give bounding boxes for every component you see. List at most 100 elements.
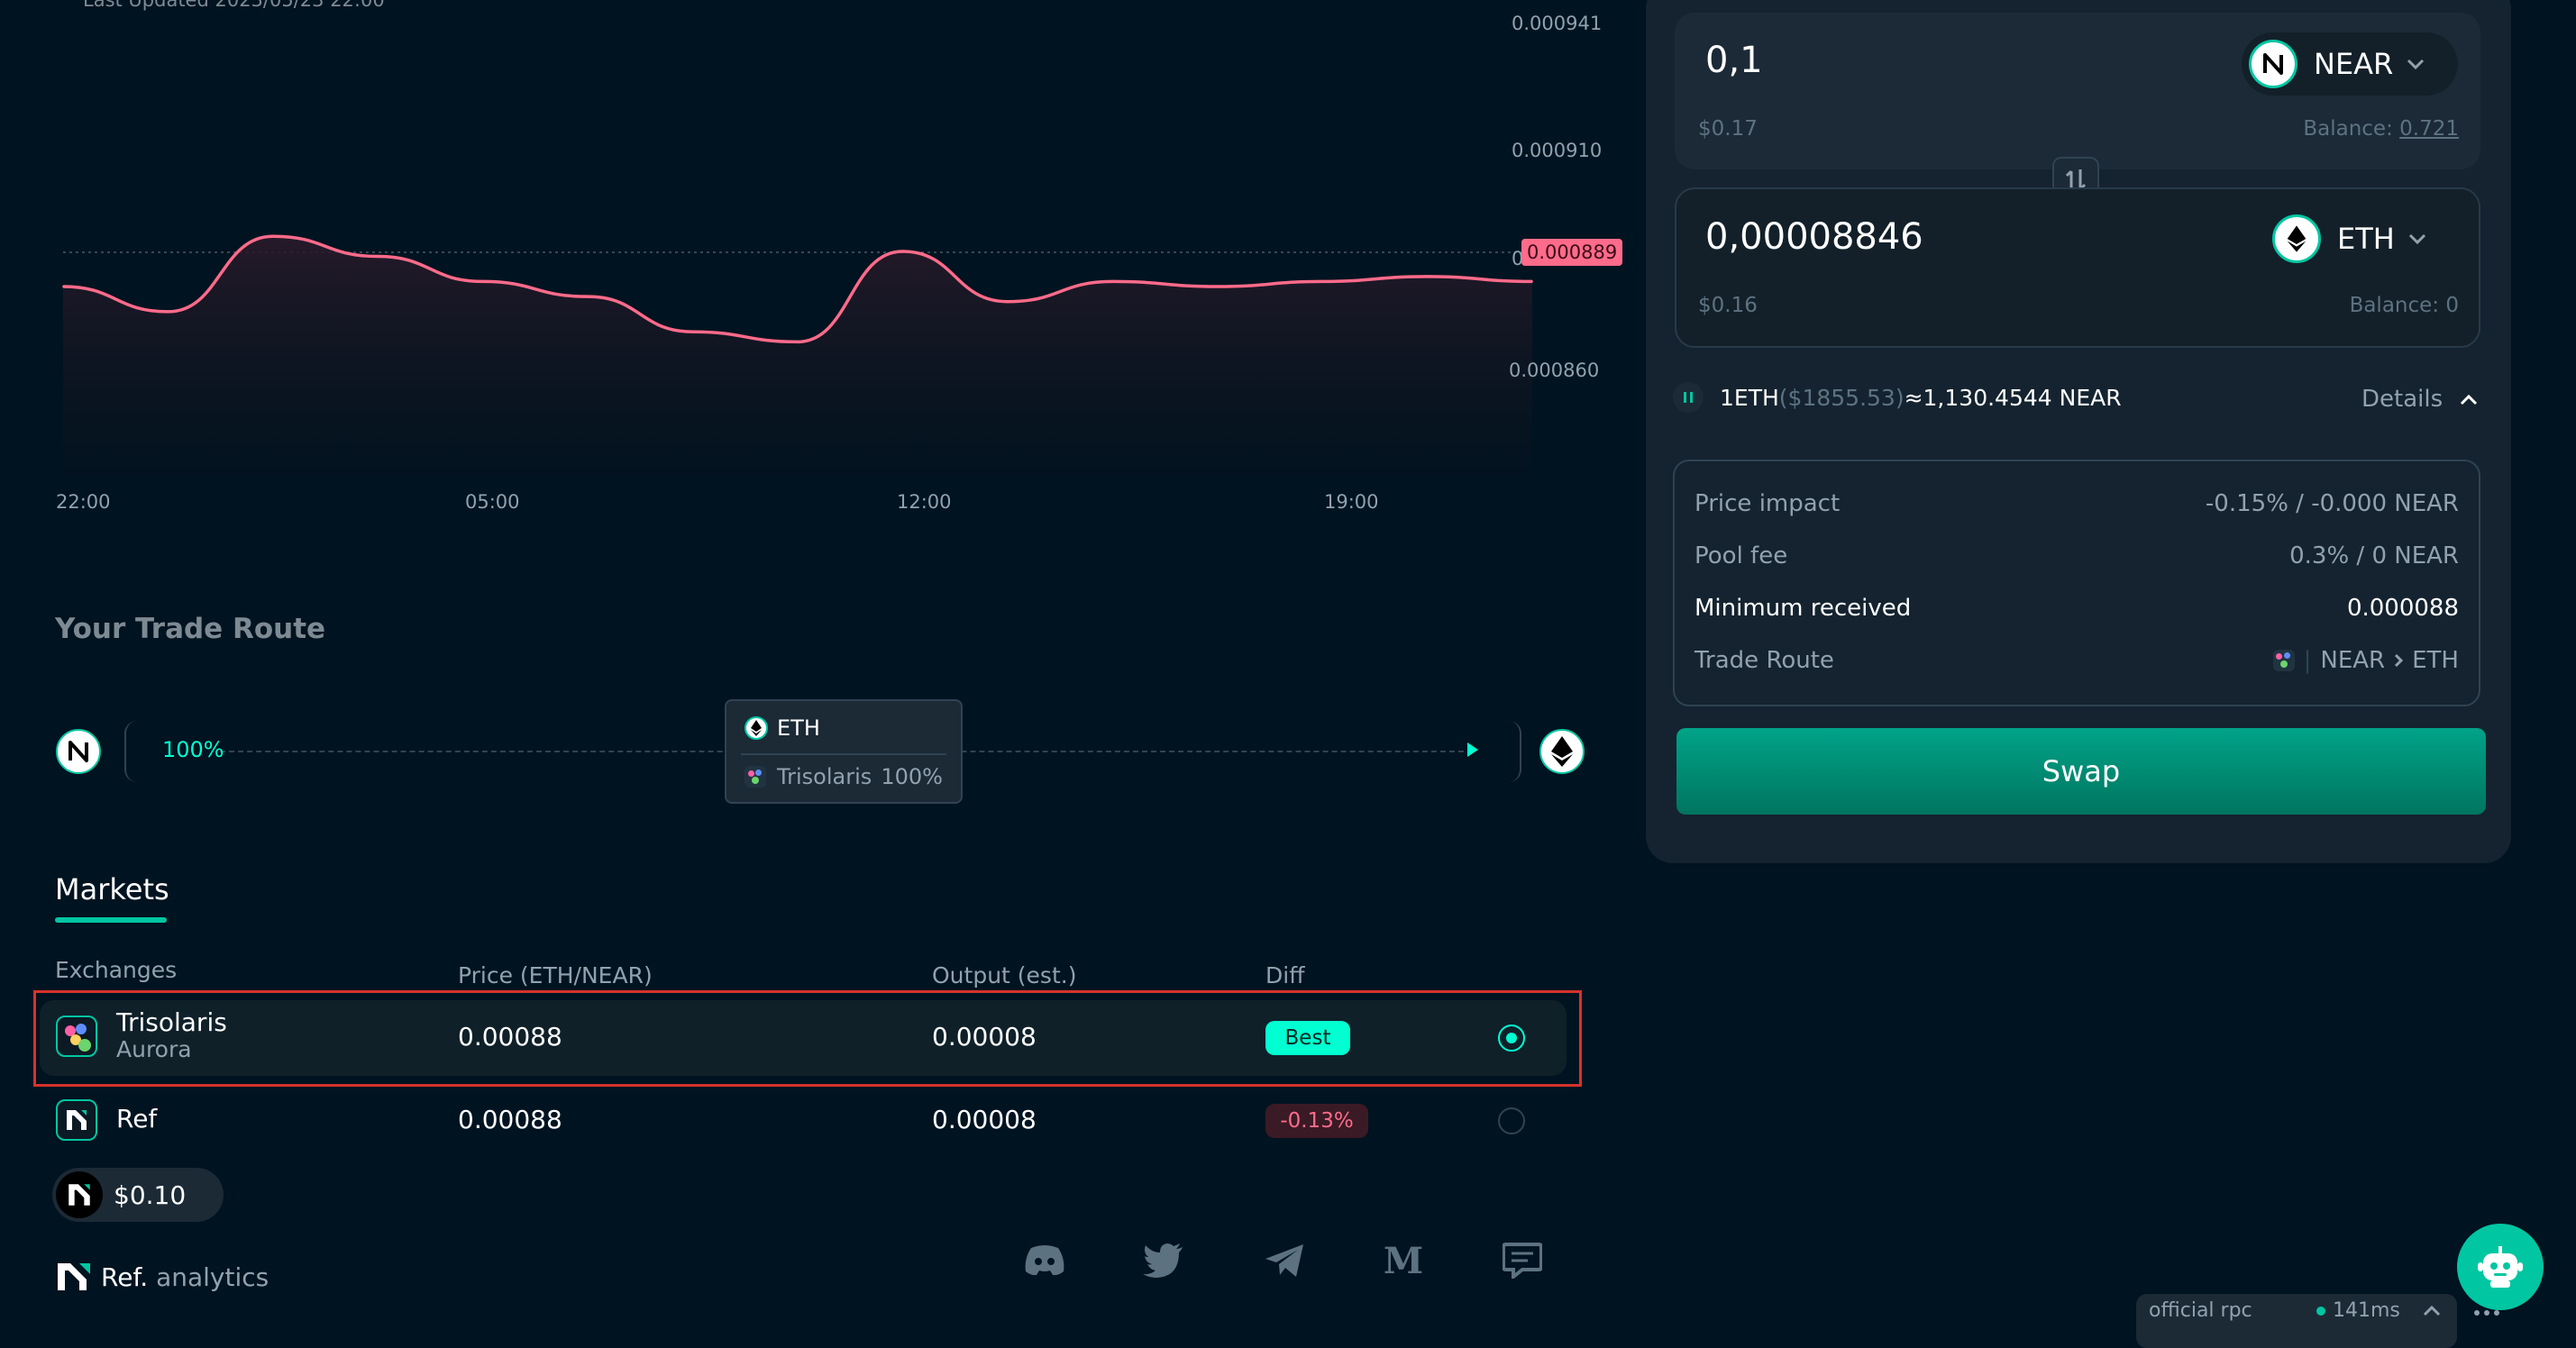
column-header-price: Price (ETH/NEAR) bbox=[458, 962, 653, 988]
eth-small-icon bbox=[744, 716, 768, 740]
from-usd-value: $0.17 bbox=[1698, 117, 1758, 141]
detail-label: Trade Route bbox=[1694, 647, 1834, 674]
chart-point bbox=[691, 331, 694, 333]
y-tick-label: 0.000910 bbox=[1512, 140, 1603, 161]
column-header-diff: Diff bbox=[1265, 962, 1305, 988]
trade-route-value: | NEAR ETH bbox=[2272, 647, 2459, 674]
chart-point bbox=[1006, 300, 1009, 303]
x-tick-label: 12:00 bbox=[897, 491, 952, 513]
to-token-selector[interactable]: ETH bbox=[2265, 207, 2458, 270]
trade-route-title: Your Trade Route bbox=[55, 613, 326, 645]
from-token-name: NEAR bbox=[2314, 47, 2394, 81]
detail-row-pool-fee: Pool fee 0.3% / 0 NEAR bbox=[1694, 542, 2459, 569]
ref-icon bbox=[56, 1099, 97, 1141]
x-tick-label: 22:00 bbox=[56, 491, 111, 513]
to-usd-value: $0.16 bbox=[1698, 294, 1758, 317]
highlight-box bbox=[33, 990, 1582, 1087]
route-percent: 100% bbox=[162, 737, 224, 762]
x-tick-label: 19:00 bbox=[1324, 491, 1379, 513]
detail-value: 0.3% / 0 NEAR bbox=[2289, 542, 2459, 569]
discord-icon[interactable] bbox=[1022, 1238, 1067, 1283]
select-radio-ref[interactable] bbox=[1498, 1107, 1525, 1134]
diff-badge: -0.13% bbox=[1265, 1104, 1368, 1138]
from-amount-input[interactable]: 0,1 bbox=[1705, 40, 1763, 81]
to-token-name: ETH bbox=[2337, 222, 2395, 256]
route-arrow-icon bbox=[1467, 742, 1478, 757]
from-balance-value[interactable]: 0.721 bbox=[2399, 117, 2459, 141]
tab-underline bbox=[55, 917, 167, 923]
from-balance: Balance: 0.721 bbox=[2303, 117, 2459, 141]
chart-point bbox=[1216, 286, 1219, 287]
chart-area-fill bbox=[63, 236, 1532, 478]
detail-label: Pool fee bbox=[1694, 542, 1788, 569]
telegram-icon[interactable] bbox=[1262, 1238, 1307, 1283]
assistant-bot-button[interactable] bbox=[2457, 1224, 2544, 1310]
details-toggle[interactable]: Details bbox=[2361, 386, 2479, 413]
forum-icon[interactable] bbox=[1500, 1238, 1545, 1283]
to-balance-value: 0 bbox=[2445, 294, 2459, 317]
y-tick-label: 0.000941 bbox=[1512, 13, 1603, 34]
trisolaris-small-icon bbox=[2272, 650, 2295, 671]
swap-details: Price impact -0.15% / -0.000 NEAR Pool f… bbox=[1673, 460, 2480, 706]
chart-point bbox=[1111, 280, 1114, 283]
rate-rhs: ≈1,130.4544 NEAR bbox=[1904, 384, 2122, 411]
rpc-label: official rpc bbox=[2149, 1299, 2252, 1322]
to-amount-value[interactable]: 0,00008846 bbox=[1705, 216, 1923, 258]
detail-label: Price impact bbox=[1694, 490, 1841, 517]
chart-point bbox=[797, 341, 799, 343]
detail-row-price-impact: Price impact -0.15% / -0.000 NEAR bbox=[1694, 490, 2459, 517]
detail-row-minimum-received: Minimum received 0.000088 bbox=[1694, 595, 2459, 622]
chevron-up-icon bbox=[2461, 394, 2478, 405]
chart-point bbox=[271, 235, 274, 238]
rpc-latency: 141ms bbox=[2333, 1299, 2400, 1322]
twitter-icon[interactable] bbox=[1141, 1238, 1186, 1283]
price-chart: Last Updated 2023/05/23 22:00 0.000941 0… bbox=[0, 0, 1640, 541]
route-popup-token: ETH bbox=[777, 715, 820, 741]
swap-button[interactable]: Swap bbox=[1676, 728, 2486, 815]
chart-point bbox=[1531, 280, 1533, 283]
ref-price-pill[interactable]: $0.10 bbox=[52, 1168, 224, 1222]
ref-analytics-link[interactable]: Ref. analytics bbox=[56, 1261, 269, 1292]
route-popup-percent: 100% bbox=[881, 764, 943, 789]
current-price-marker: 0.000889 bbox=[1521, 239, 1623, 266]
chart-point bbox=[481, 280, 484, 283]
route-to-token: ETH bbox=[2412, 647, 2459, 674]
detail-value: 0.000088 bbox=[2346, 595, 2459, 622]
near-token-icon bbox=[56, 729, 101, 774]
route-separator: | bbox=[2303, 647, 2312, 674]
near-token-icon bbox=[2249, 40, 2297, 88]
price-chart-svg bbox=[62, 234, 1533, 478]
rpc-selector[interactable]: official rpc 141ms bbox=[2136, 1294, 2457, 1348]
details-label: Details bbox=[2361, 386, 2444, 413]
from-token-selector[interactable]: NEAR bbox=[2242, 32, 2458, 96]
route-from-token: NEAR bbox=[2320, 647, 2386, 674]
chart-point bbox=[587, 296, 589, 298]
balance-label: Balance: bbox=[2303, 117, 2393, 141]
exchange-rate: 1ETH ($1855.53) ≈1,130.4544 NEAR bbox=[1673, 382, 2122, 413]
ref-analytics-icon bbox=[58, 1263, 90, 1290]
pause-refresh-button[interactable] bbox=[1673, 382, 1704, 413]
chevron-right-icon bbox=[2395, 653, 2404, 668]
rpc-status-dot bbox=[2316, 1307, 2325, 1316]
column-header-output: Output (est.) bbox=[932, 962, 1077, 988]
robot-icon bbox=[2478, 1246, 2523, 1288]
medium-icon[interactable]: M bbox=[1381, 1238, 1426, 1283]
chart-point bbox=[1426, 275, 1429, 278]
chart-point bbox=[377, 255, 379, 258]
route-popup-exchange: Trisolaris bbox=[777, 764, 872, 789]
rate-lhs: 1ETH bbox=[1720, 384, 1779, 411]
tab-markets[interactable]: Markets bbox=[55, 872, 169, 906]
column-header-exchanges: Exchanges bbox=[55, 957, 178, 983]
balance-label: Balance: bbox=[2349, 294, 2440, 317]
exchange-name: Ref bbox=[116, 1104, 158, 1134]
analytics-word: analytics bbox=[156, 1261, 269, 1292]
chevron-down-icon bbox=[2407, 59, 2425, 70]
x-tick-label: 05:00 bbox=[465, 491, 520, 513]
route-popup[interactable]: ETH Trisolaris 100% bbox=[725, 699, 963, 804]
eth-token-icon bbox=[1539, 729, 1585, 774]
analytics-brand: Ref. bbox=[101, 1261, 149, 1292]
svg-text:M: M bbox=[1384, 1243, 1423, 1279]
detail-value: -0.15% / -0.000 NEAR bbox=[2205, 490, 2459, 517]
chart-point bbox=[901, 250, 904, 252]
chart-point bbox=[1321, 280, 1324, 283]
